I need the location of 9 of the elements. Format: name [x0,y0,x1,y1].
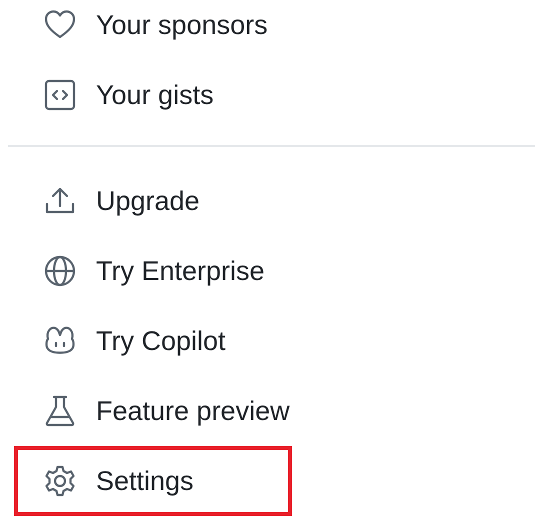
menu-item[interactable]: Try Copilot [14,306,292,376]
menu-item[interactable]: Feature preview [14,376,292,446]
globe-icon [42,253,78,289]
menu-item[interactable]: Upgrade [14,166,292,236]
menu-item[interactable]: Your sponsors [14,0,292,60]
menu-item[interactable]: Try Enterprise [14,236,292,306]
menu-item[interactable]: Settings [14,446,292,516]
menu-item[interactable]: Your gists [14,60,292,130]
code-square-icon [42,77,78,113]
